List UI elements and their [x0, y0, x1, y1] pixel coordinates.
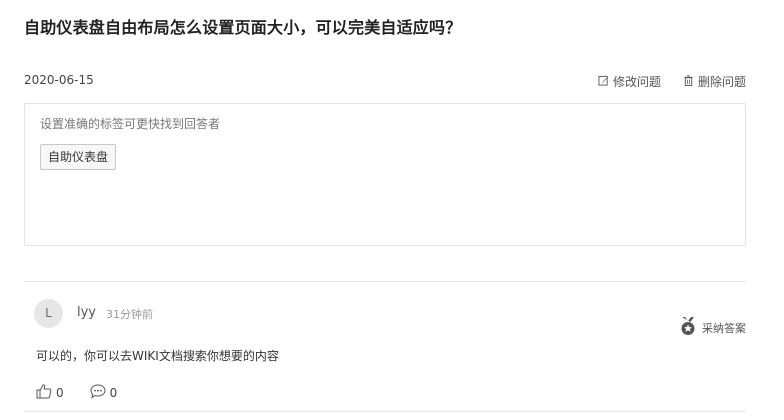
answer-content: 可以的，你可以去WIKI文档搜索你想要的内容 [36, 349, 279, 363]
tag-hint: 设置准确的标签可更快找到回答者 [40, 117, 221, 131]
like-button[interactable]: 0 [36, 383, 64, 402]
divider [24, 281, 746, 282]
comment-button[interactable]: 0 [90, 383, 118, 402]
comment-count: 0 [109, 385, 118, 400]
tag-item[interactable]: 自助仪表盘 [40, 144, 117, 170]
question-actions: 修改问题 删除问题 [598, 73, 746, 90]
tag-panel: 设置准确的标签可更快找到回答者 自助仪表盘 [24, 103, 746, 246]
thumbs-up-icon [36, 383, 52, 402]
answer-time: 31分钟前 [106, 308, 153, 321]
edit-question-label: 修改问题 [612, 75, 661, 89]
question-date: 2020-06-15 [24, 73, 94, 87]
question-title: 自助仪表盘自由布局怎么设置页面大小，可以完美自适应吗？ [24, 18, 462, 37]
accept-answer-label: 采纳答案 [702, 321, 746, 335]
trash-icon [683, 74, 694, 89]
avatar[interactable]: L [34, 299, 63, 328]
delete-question-label: 删除问题 [697, 75, 746, 89]
like-count: 0 [56, 385, 64, 400]
comment-icon [90, 383, 106, 402]
edit-question-button[interactable]: 修改问题 [598, 73, 661, 90]
delete-question-button[interactable]: 删除问题 [683, 73, 746, 90]
answer-username[interactable]: lyy [77, 305, 96, 320]
accept-answer-button[interactable]: 采纳答案 [679, 316, 746, 339]
divider [24, 411, 746, 412]
medal-icon [679, 316, 697, 339]
edit-icon [598, 75, 609, 89]
answer-stats: 0 0 [36, 383, 117, 402]
